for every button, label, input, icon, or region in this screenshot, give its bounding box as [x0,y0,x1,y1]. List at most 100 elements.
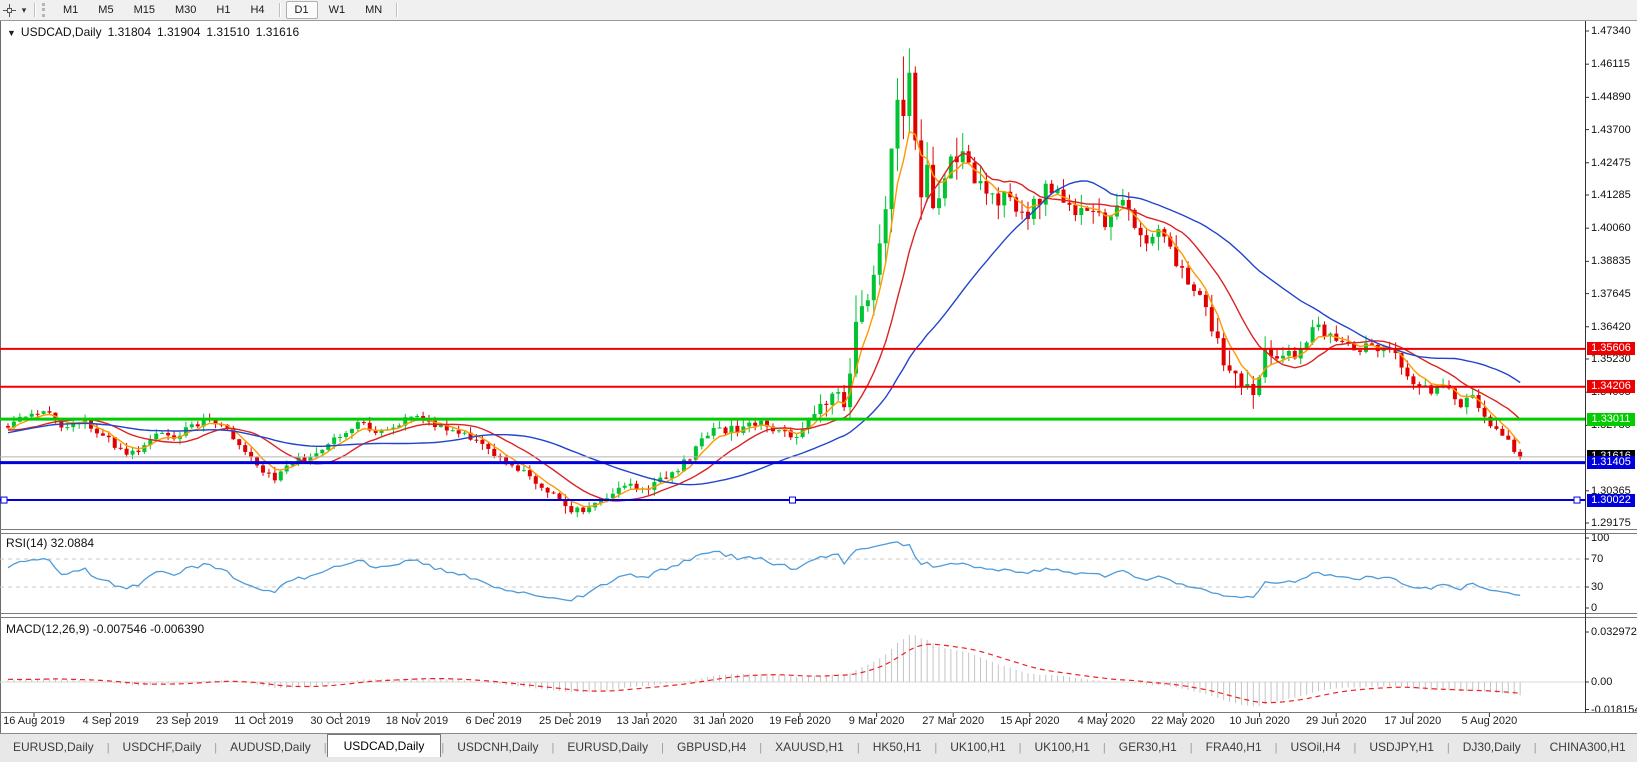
candle-body [635,484,639,489]
candle-body [1210,307,1214,331]
candle-body [979,181,983,183]
chart-tab-usdjpy-h1[interactable]: USDJPY,H1 [1356,737,1446,758]
toolbar-separator [279,3,281,17]
period-button-h1[interactable]: H1 [207,1,239,19]
candle-body [718,428,722,429]
hline-handle[interactable] [790,497,796,503]
chart-tab-eurusd-daily[interactable]: EURUSD,Daily [0,737,107,758]
candle-body [451,430,455,431]
chart-title: ▼USDCAD,Daily1.318041.319041.315101.3161… [7,25,299,39]
candle-body [1340,341,1344,342]
pane-divider[interactable] [0,530,1585,534]
period-button-d1[interactable]: D1 [286,1,318,19]
candle-body [237,439,241,445]
candle-body [332,437,336,444]
candle-body [36,414,40,415]
chart-tab-xauusd-h1[interactable]: XAUUSD,H1 [762,737,857,758]
ma-line-ema5 [8,131,1520,506]
candle-body [160,433,164,434]
chart-tab-uk100-h1[interactable]: UK100,H1 [937,737,1018,758]
candle-body [1263,349,1267,377]
period-button-m5[interactable]: M5 [89,1,122,19]
candle-body [30,414,34,417]
candle-body [581,508,585,512]
chart-tab-gbpusd-h4[interactable]: GBPUSD,H4 [664,737,759,758]
candle-body [706,436,710,439]
pane-divider[interactable] [0,614,1585,618]
chart-tab-fra40-h1[interactable]: FRA40,H1 [1193,737,1275,758]
chart-tab-audusd-daily[interactable]: AUDUSD,Daily [217,737,324,758]
candle-body [1500,429,1504,436]
candle-body [1483,408,1487,417]
candle-body [795,437,799,438]
candle-body [314,453,318,456]
chart-tab-hk50-h1[interactable]: HK50,H1 [860,737,935,758]
chart-collapse-icon[interactable]: ▼ [7,28,16,38]
chart-canvas[interactable] [0,0,1637,762]
candle-body [984,181,988,194]
period-button-m15[interactable]: M15 [125,1,164,19]
candle-body [569,506,573,512]
candle-body [463,433,467,434]
period-button-m30[interactable]: M30 [166,1,205,19]
candle-body [890,149,894,210]
chart-tab-usdcnh-daily[interactable]: USDCNH,Daily [444,737,551,758]
candle-body [575,508,579,513]
chevron-down-icon[interactable]: ▾ [18,5,30,16]
chart-tab-eurusd-daily[interactable]: EURUSD,Daily [554,737,661,758]
crosshair-icon[interactable] [0,2,18,18]
candle-body [884,209,888,243]
candle-body [1281,356,1285,359]
chart-tab-ger30-h1[interactable]: GER30,H1 [1106,737,1190,758]
candle-body [1234,371,1238,374]
candle-body [830,394,834,405]
candle-body [712,428,716,436]
period-button-w1[interactable]: W1 [320,1,355,19]
candle-body [587,507,591,512]
chart-tab-usoil-h4[interactable]: USOil,H4 [1278,737,1354,758]
candle-body [101,433,105,435]
toolbar-drag-grip[interactable] [42,3,48,17]
hline-handle[interactable] [1,497,7,503]
chart-tab-usdcad-daily[interactable]: USDCAD,Daily [327,734,442,758]
candle-body [1228,365,1232,370]
candle-body [1222,338,1226,365]
chart-tab-usdchf-daily[interactable]: USDCHF,Daily [110,737,215,758]
candle-body [1079,208,1083,215]
candle-body [196,424,200,426]
candle-body [937,198,941,208]
candle-body [119,448,123,449]
candle-body [1364,343,1368,351]
candle-body [1358,350,1362,352]
candle-body [1020,212,1024,213]
candle-body [824,404,828,405]
candle-body [1044,184,1048,205]
candle-body [6,426,10,428]
period-button-h4[interactable]: H4 [241,1,273,19]
candle-body [878,243,882,274]
period-button-m1[interactable]: M1 [54,1,87,19]
candle-body [540,484,544,488]
ohlc-low: 1.31510 [206,25,249,39]
candle-body [1518,452,1522,457]
chart-tab-dj30-daily[interactable]: DJ30,Daily [1450,737,1534,758]
candle-body [267,473,271,474]
candle-body [1317,325,1321,328]
candle-body [676,471,680,472]
chart-tab-uk100-h1[interactable]: UK100,H1 [1022,737,1103,758]
chart-tab-china300-h1[interactable]: CHINA300,H1 [1537,737,1637,758]
candle-body [836,392,840,394]
candle-body [896,100,900,149]
candle-body [546,488,550,493]
hline-handle[interactable] [1574,497,1580,503]
period-button-mn[interactable]: MN [356,1,391,19]
candle-body [516,465,520,470]
candle-body [65,427,69,428]
candle-body [664,478,668,479]
candle-body [996,193,1000,205]
candle-body [1251,384,1255,395]
candle-body [1204,295,1208,307]
status-strip [0,757,1637,762]
candle-body [1459,399,1463,407]
candle-body [623,486,627,488]
